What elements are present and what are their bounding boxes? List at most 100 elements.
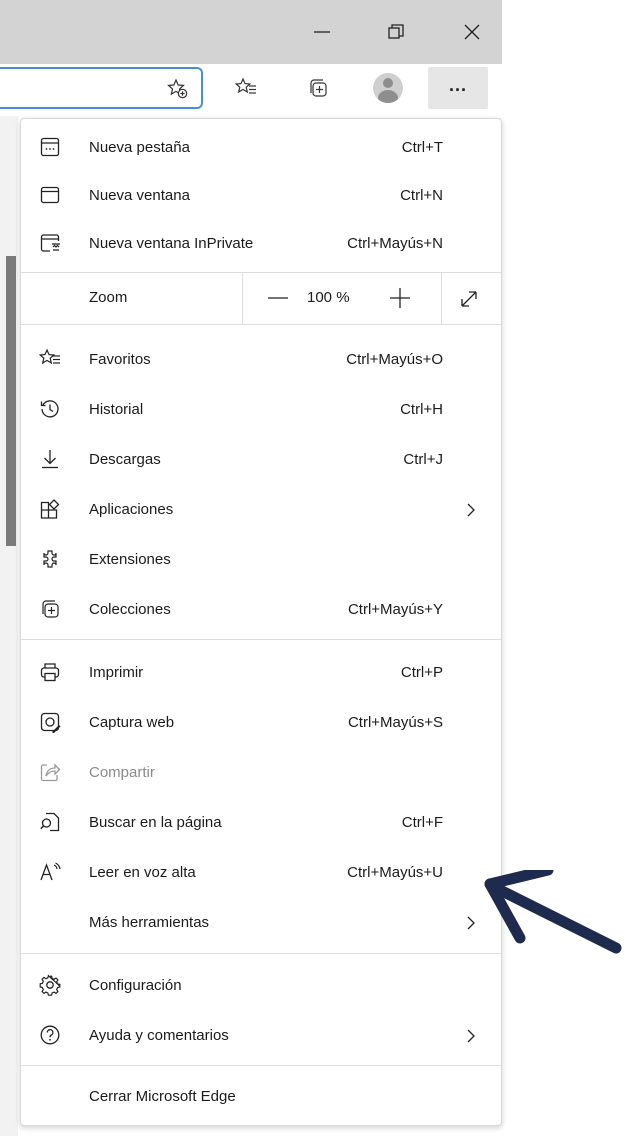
favorites-icon [39, 348, 60, 365]
menu-item-label: Nueva pestaña [89, 139, 190, 156]
menu-item-label: Ayuda y comentarios [89, 1027, 229, 1044]
menu-item-read-aloud[interactable]: Leer en voz alta Ctrl+Mayús+U [21, 849, 501, 897]
favorites-icon [235, 77, 256, 94]
annotation-arrow-icon [484, 870, 622, 954]
web-capture-icon [40, 712, 61, 733]
toolbar: ... [0, 64, 502, 116]
menu-item-shortcut: Ctrl+P [400, 664, 443, 681]
find-on-page-icon [40, 812, 60, 832]
add-favorite-icon[interactable] [167, 78, 189, 100]
menu-item-share: Compartir [21, 749, 501, 797]
menu-item-label: Compartir [89, 764, 155, 781]
menu-item-label: Aplicaciones [89, 501, 174, 518]
avatar [373, 73, 403, 103]
menu-item-shortcut: Ctrl+J [403, 451, 443, 468]
history-icon [40, 400, 59, 418]
menu-item-label: Buscar en la página [89, 814, 222, 831]
menu-item-label: Nueva ventana InPrivate [89, 235, 254, 252]
inprivate-icon [40, 234, 60, 252]
restore-button[interactable] [376, 14, 416, 50]
menu-item-collections[interactable]: Colecciones Ctrl+Mayús+Y [21, 586, 501, 634]
menu-item-apps[interactable]: Aplicaciones [21, 486, 501, 534]
menu-item-shortcut: Ctrl+Mayús+Y [347, 601, 443, 618]
share-icon [40, 763, 61, 782]
menu-item-label: Favoritos [89, 351, 151, 368]
menu-item-downloads[interactable]: Descargas Ctrl+J [21, 436, 501, 484]
fullscreen-icon[interactable] [453, 284, 485, 312]
menu-item-settings[interactable]: Configuración [21, 962, 501, 1010]
close-window-button[interactable] [452, 14, 492, 50]
menu-item-label: Más herramientas [89, 914, 210, 931]
menu-divider [21, 324, 501, 325]
menu-item-new-window[interactable]: Nueva ventana Ctrl+N [21, 172, 501, 220]
menu-item-label: Imprimir [89, 664, 144, 681]
zoom-divider [242, 272, 243, 324]
minimize-icon [314, 31, 330, 33]
help-icon [40, 1025, 60, 1045]
menu-item-shortcut: Ctrl+Mayús+U [347, 864, 443, 881]
menu-item-shortcut: Ctrl+N [400, 187, 443, 204]
zoom-value: 100 % [307, 289, 350, 306]
menu-divider [21, 953, 501, 954]
address-bar[interactable] [0, 67, 203, 109]
zoom-row: Zoom 100 % [21, 272, 501, 324]
gear-icon [39, 974, 61, 996]
zoom-in-button[interactable] [384, 284, 416, 312]
close-icon [464, 24, 480, 40]
title-bar [0, 0, 502, 64]
apps-icon [40, 499, 60, 519]
menu-item-shortcut: Ctrl+Mayús+S [347, 714, 443, 731]
menu-item-more-tools[interactable]: Más herramientas [21, 899, 501, 947]
menu-item-label: Descargas [89, 451, 161, 468]
menu-item-label: Nueva ventana [89, 187, 190, 204]
extensions-icon [43, 550, 57, 568]
scrollbar-thumb[interactable] [6, 256, 16, 546]
menu-item-shortcut: Ctrl+Mayús+N [347, 235, 443, 252]
menu-item-new-tab[interactable]: Nueva pestaña Ctrl+T [21, 124, 501, 172]
zoom-divider [441, 272, 442, 324]
page-content [0, 116, 18, 1136]
restore-icon [388, 24, 404, 39]
menu-item-history[interactable]: Historial Ctrl+H [21, 386, 501, 434]
menu-item-label: Captura web [89, 714, 175, 731]
menu-item-label: Configuración [89, 977, 182, 994]
menu-divider [21, 1065, 501, 1066]
collections-button[interactable] [298, 68, 338, 108]
menu-item-favorites[interactable]: Favoritos Ctrl+Mayús+O [21, 336, 501, 384]
menu-item-shortcut: Ctrl+H [400, 401, 443, 418]
menu-item-label: Extensiones [89, 551, 171, 568]
collections-icon [310, 79, 327, 97]
chevron-right-icon [467, 916, 475, 930]
menu-item-web-capture[interactable]: Captura web Ctrl+Mayús+S [21, 699, 501, 747]
menu-item-label: Cerrar Microsoft Edge [89, 1088, 236, 1105]
menu-item-print[interactable]: Imprimir Ctrl+P [21, 649, 501, 697]
menu-item-shortcut: Ctrl+Mayús+O [346, 351, 443, 368]
menu-divider [21, 639, 501, 640]
menu-item-extensions[interactable]: Extensiones [21, 536, 501, 584]
menu-item-label: Historial [89, 401, 144, 418]
settings-and-more-button[interactable]: ... [428, 67, 488, 109]
download-icon [42, 450, 58, 469]
menu-item-help-feedback[interactable]: Ayuda y comentarios [21, 1012, 501, 1060]
print-icon [40, 663, 60, 682]
menu-item-close-edge[interactable]: Cerrar Microsoft Edge [21, 1073, 501, 1121]
zoom-out-button[interactable] [262, 284, 294, 312]
more-icon: ... [448, 75, 467, 95]
chevron-right-icon [467, 503, 475, 517]
menu-item-label: Leer en voz alta [89, 864, 196, 881]
menu-item-new-inprivate-window[interactable]: Nueva ventana InPrivate Ctrl+Mayús+N [21, 220, 501, 268]
profile-button[interactable] [368, 68, 408, 108]
menu-item-shortcut: Ctrl+T [401, 139, 443, 156]
chevron-right-icon [467, 1029, 475, 1043]
settings-menu: Nueva pestaña Ctrl+T Nueva ventana Ctrl+… [20, 118, 502, 1126]
read-aloud-icon [40, 862, 61, 881]
zoom-label: Zoom [89, 289, 128, 306]
favorites-button[interactable] [226, 68, 266, 108]
minimize-button[interactable] [302, 14, 342, 50]
collections-icon [42, 600, 59, 618]
menu-item-label: Colecciones [89, 601, 171, 618]
new-tab-icon [40, 137, 60, 157]
menu-item-shortcut: Ctrl+F [401, 814, 443, 831]
new-window-icon [40, 186, 60, 204]
menu-item-find-on-page[interactable]: Buscar en la página Ctrl+F [21, 799, 501, 847]
